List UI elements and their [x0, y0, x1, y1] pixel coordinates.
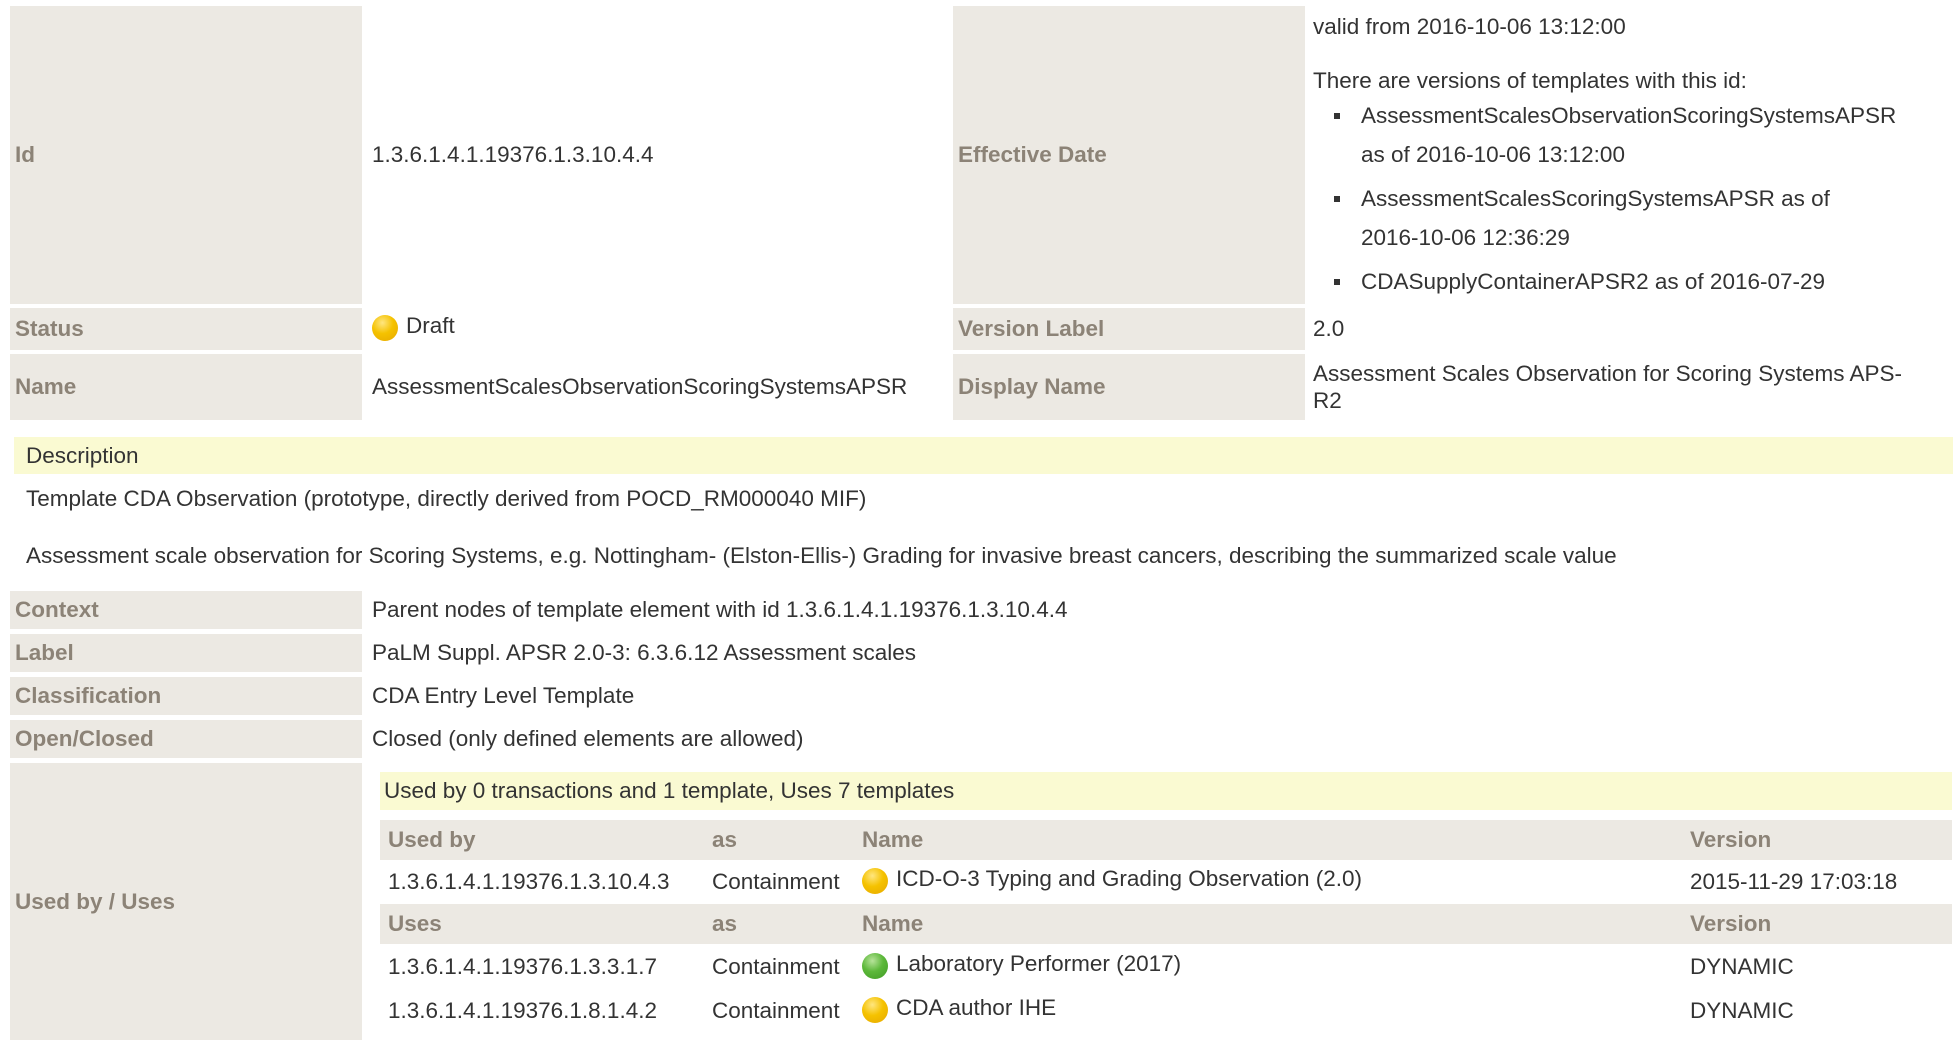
as-col-header: as [712, 827, 738, 852]
row-as: Containment [712, 998, 840, 1023]
version-item-line1: AssessmentScalesObservationScoringSystem… [1361, 103, 1897, 128]
used-by-uses-label-text: Used by / Uses [15, 888, 176, 914]
version-item[interactable]: CDASupplyContainerAPSR2 as of 2016-07-29 [1313, 262, 1953, 301]
row-version: DYNAMIC [1690, 998, 1794, 1023]
status-label-text: Status [15, 316, 84, 341]
version-label-label-text: Version Label [958, 316, 1105, 341]
row-version: 2015-11-29 17:03:18 [1690, 869, 1898, 894]
classification-value: CDA Entry Level Template [372, 677, 1952, 715]
description-heading: Description [14, 437, 1953, 474]
version-label-label: Version Label [953, 308, 1305, 350]
name-col-header: Name [862, 827, 924, 852]
used-by-header: Used by as Name Version [380, 820, 1952, 860]
id-value-text: 1.3.6.1.4.1.19376.1.3.10.4.4 [372, 142, 654, 167]
version-item-line2: as of 2016-10-06 13:12:00 [1361, 142, 1625, 167]
label-label-text: Label [15, 640, 74, 665]
uses-header: Uses as Name Version [380, 904, 1952, 944]
version-col-header: Version [1690, 911, 1772, 936]
display-name-line1: Assessment Scales Observation for Scorin… [1313, 361, 1902, 386]
effective-date-value: valid from 2016-10-06 13:12:00 There are… [1313, 10, 1953, 304]
display-name-label: Display Name [953, 354, 1305, 420]
version-item-line1: CDASupplyContainerAPSR2 as of 2016-07-29 [1361, 269, 1826, 294]
effective-date-label-text: Effective Date [958, 142, 1107, 167]
draft-status-icon [862, 868, 888, 894]
valid-from: valid from 2016-10-06 13:12:00 [1313, 14, 1626, 39]
row-name-text: Laboratory Performer (2017) [896, 951, 1182, 976]
description-para-1: Template CDA Observation (prototype, dir… [26, 486, 867, 511]
version-label-value-text: 2.0 [1313, 316, 1345, 341]
effective-date-label: Effective Date [953, 6, 1305, 304]
row-as: Containment [712, 869, 840, 894]
row-template-id[interactable]: 1.3.6.1.4.1.19376.1.3.3.1.7 [388, 946, 657, 988]
display-name-label-text: Display Name [958, 374, 1106, 399]
usage-summary: Used by 0 transactions and 1 template, U… [380, 772, 1952, 810]
row-template-id[interactable]: 1.3.6.1.4.1.19376.1.8.1.4.2 [388, 990, 657, 1032]
table-row[interactable]: 1.3.6.1.4.1.19376.1.3.10.4.3 Containment… [380, 862, 1952, 902]
table-row[interactable]: 1.3.6.1.4.1.19376.1.3.3.1.7 Containment … [380, 946, 1952, 988]
used-by-uses-label: Used by / Uses [10, 763, 362, 1040]
display-name-value: Assessment Scales Observation for Scorin… [1313, 360, 1953, 414]
status-value-text: Draft [406, 313, 455, 338]
label-label: Label [10, 634, 362, 672]
name-label: Name [10, 354, 362, 420]
context-label-text: Context [15, 597, 99, 622]
draft-status-icon [862, 997, 888, 1023]
name-value: AssessmentScalesObservationScoringSystem… [372, 354, 950, 420]
description-heading-text: Description [26, 442, 139, 468]
id-label-text: Id [15, 142, 35, 167]
context-value-text: Parent nodes of template element with id… [372, 597, 1068, 622]
as-col-header: as [712, 911, 738, 936]
used-by-col-header: Used by [388, 827, 476, 852]
name-col-header: Name [862, 911, 924, 936]
classification-label-text: Classification [15, 683, 162, 708]
description-para-2: Assessment scale observation for Scoring… [26, 543, 1617, 568]
version-item[interactable]: AssessmentScalesObservationScoringSystem… [1313, 96, 1953, 174]
name-label-text: Name [15, 374, 77, 399]
row-name[interactable]: ICD-O-3 Typing and Grading Observation (… [862, 862, 1362, 902]
versions-intro: There are versions of templates with thi… [1313, 68, 1747, 93]
open-closed-value-text: Closed (only defined elements are allowe… [372, 726, 804, 751]
open-closed-label-text: Open/Closed [15, 726, 154, 751]
status-value: Draft [372, 308, 950, 350]
status-label: Status [10, 308, 362, 350]
usage-summary-text: Used by 0 transactions and 1 template, U… [384, 778, 955, 803]
classification-label: Classification [10, 677, 362, 715]
row-as: Containment [712, 954, 840, 979]
label-value: PaLM Suppl. APSR 2.0-3: 6.3.6.12 Assessm… [372, 634, 1952, 672]
version-item-line1: AssessmentScalesScoringSystemsAPSR as of [1361, 186, 1830, 211]
context-value: Parent nodes of template element with id… [372, 591, 1952, 629]
label-value-text: PaLM Suppl. APSR 2.0-3: 6.3.6.12 Assessm… [372, 640, 917, 665]
version-item[interactable]: AssessmentScalesScoringSystemsAPSR as of… [1313, 179, 1953, 257]
row-name[interactable]: CDA author IHE [862, 990, 1056, 1032]
table-row[interactable]: 1.3.6.1.4.1.19376.1.8.1.4.2 Containment … [380, 990, 1952, 1032]
id-value: 1.3.6.1.4.1.19376.1.3.10.4.4 [372, 6, 950, 304]
open-closed-value: Closed (only defined elements are allowe… [372, 720, 1952, 758]
classification-value-text: CDA Entry Level Template [372, 683, 635, 708]
context-label: Context [10, 591, 362, 629]
version-col-header: Version [1690, 827, 1772, 852]
active-status-icon [862, 953, 888, 979]
version-item-line2: 2016-10-06 12:36:29 [1361, 225, 1570, 250]
row-version: DYNAMIC [1690, 954, 1794, 979]
row-name-text: ICD-O-3 Typing and Grading Observation (… [896, 866, 1363, 891]
row-name-text: CDA author IHE [896, 995, 1057, 1020]
draft-status-icon [372, 315, 398, 341]
uses-col-header: Uses [388, 911, 442, 936]
version-label-value: 2.0 [1313, 308, 1953, 350]
row-template-id[interactable]: 1.3.6.1.4.1.19376.1.3.10.4.3 [388, 862, 670, 902]
versions-list: AssessmentScalesObservationScoringSystem… [1313, 96, 1953, 306]
open-closed-label: Open/Closed [10, 720, 362, 758]
display-name-line2: R2 [1313, 388, 1342, 413]
row-name[interactable]: Laboratory Performer (2017) [862, 946, 1181, 988]
name-value-text: AssessmentScalesObservationScoringSystem… [372, 374, 908, 399]
id-label: Id [10, 6, 362, 304]
